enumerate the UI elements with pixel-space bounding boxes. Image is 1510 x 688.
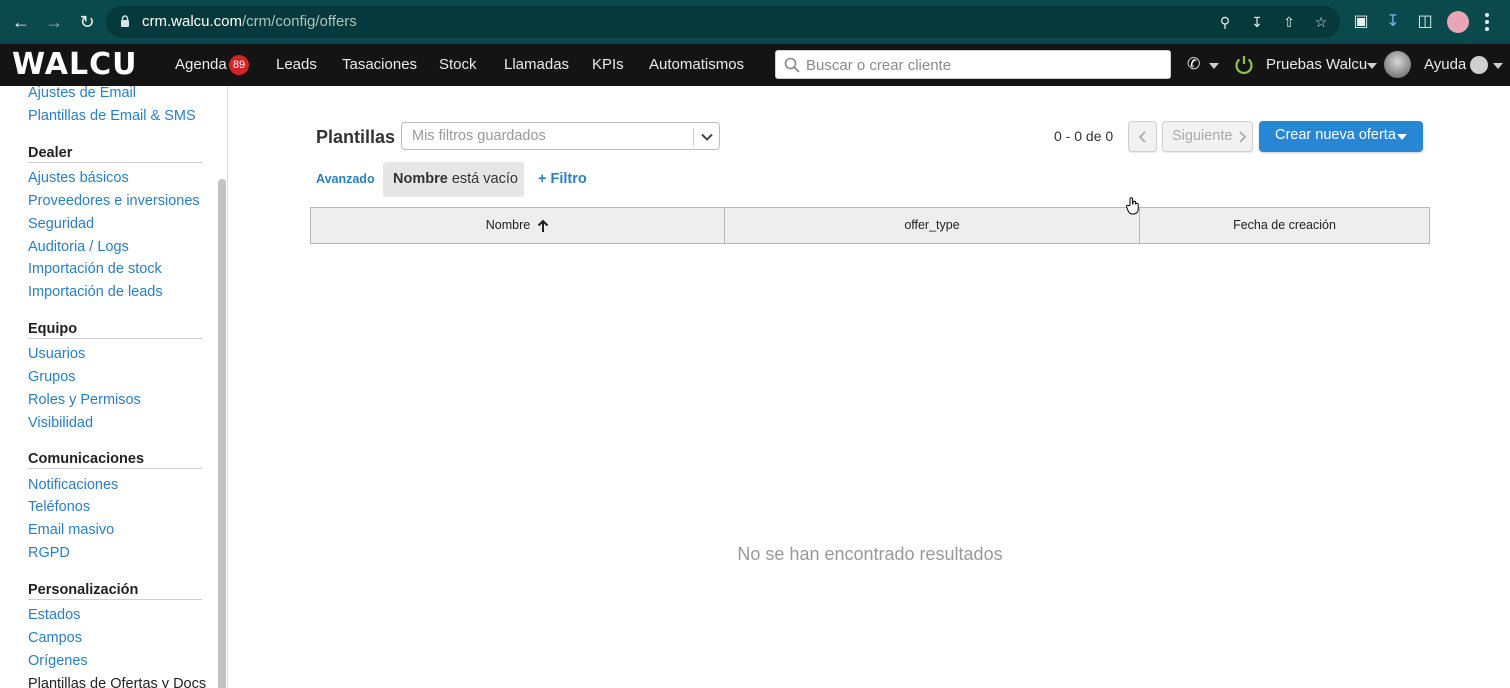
page-title: Plantillas [316,127,396,147]
browser-toolbar: ← → ↻ crm.walcu.com/crm/config/offers ⚲ … [0,0,1510,44]
pagination-count: 0 - 0 de 0 [1054,128,1114,144]
previous-page-button[interactable] [1128,121,1157,152]
sidebar-item-notificaciones[interactable]: Notificaciones [28,476,118,494]
lock-icon [121,15,129,27]
nav-agenda[interactable]: Agenda [175,56,227,74]
sidebar-item-telefonos[interactable]: Teléfonos [28,498,90,516]
sidebar-item-proveedores[interactable]: Proveedores e inversiones [28,192,200,210]
user-avatar[interactable] [1384,51,1411,78]
walcu-logo[interactable]: WALCU [12,48,137,82]
sidebar-scrollbar[interactable] [215,179,227,688]
phone-dropdown-icon[interactable] [1209,63,1219,69]
browser-menu-icon[interactable] [1484,11,1490,33]
sidebar-item-visibilidad[interactable]: Visibilidad [28,414,93,432]
help-menu[interactable]: Ayuda [1424,56,1466,74]
sidebar-item-campos[interactable]: Campos [28,629,82,647]
download-icon[interactable]: ↧ [1383,12,1403,32]
power-icon[interactable] [1233,54,1255,76]
sidebar-item-plantillas-email[interactable]: Plantillas de Email & SMS [28,107,196,125]
user-dropdown-icon[interactable] [1367,63,1377,69]
address-bar[interactable]: crm.walcu.com/crm/config/offers ⚲ ↧ ⇧ ☆ [106,6,1340,38]
nav-kpis[interactable]: KPIs [592,56,624,74]
create-offer-label: Crear nueva oferta [1275,127,1396,143]
filter-chip-text: Nombre está vacío [393,171,518,187]
sidebar-item-roles[interactable]: Roles y Permisos [28,391,141,409]
column-header-offer-type[interactable]: offer_type [725,208,1139,243]
advanced-filter-link[interactable]: Avanzado [316,172,375,187]
sidebar-item-seguridad[interactable]: Seguridad [28,215,94,233]
sidebar-section-equipo: Equipo [28,321,78,337]
nav-stock[interactable]: Stock [439,56,477,74]
divider [693,128,694,145]
sidebar-item-email-masivo[interactable]: Email masivo [28,521,114,539]
saved-filters-placeholder: Mis filtros guardados [412,128,546,144]
next-page-label: Siguiente [1172,128,1233,144]
sort-ascending-icon [538,219,549,232]
search-input[interactable] [806,54,1162,76]
install-icon[interactable]: ↧ [1248,14,1266,30]
chevron-down-icon[interactable] [699,129,715,145]
share-icon[interactable]: ⇧ [1280,14,1298,30]
key-icon[interactable]: ⚲ [1216,14,1234,30]
nav-leads[interactable]: Leads [276,56,317,74]
phone-icon[interactable]: ✆ [1187,56,1200,74]
user-menu[interactable]: Pruebas Walcu [1266,56,1367,74]
hand-cursor-icon [1126,197,1139,215]
sidebar-item-grupos[interactable]: Grupos [28,368,76,386]
star-icon[interactable]: ☆ [1312,14,1330,30]
sidebar-item-importacion-leads[interactable]: Importación de leads [28,283,163,301]
sidebar-section-comunicaciones: Comunicaciones [28,451,145,467]
reload-icon[interactable]: ↻ [75,10,99,34]
next-page-button[interactable]: Siguiente [1162,121,1253,152]
sidebar-item-rgpd[interactable]: RGPD [28,544,70,562]
column-header-nombre[interactable]: Nombre [311,208,724,243]
agenda-count-badge: 89 [229,55,249,75]
sidepanel-icon[interactable]: ◫ [1415,12,1435,32]
chevron-right-icon [1239,131,1247,143]
add-filter-button[interactable]: + Filtro [538,171,587,188]
settings-sidebar: Ajustes de Email Plantillas de Email & S… [0,86,228,688]
divider [28,338,202,339]
forward-icon[interactable]: → [42,10,66,34]
lifebuoy-icon[interactable] [1470,56,1488,74]
sidebar-section-dealer: Dealer [28,145,73,161]
url-text: crm.walcu.com/crm/config/offers [142,13,357,30]
nav-llamadas[interactable]: Llamadas [504,56,569,74]
sidebar-item-plantillas-ofertas[interactable]: Plantillas de Ofertas y Docs [28,675,206,688]
nav-automatismos[interactable]: Automatismos [649,56,744,74]
app-navbar: WALCU Agenda 89 Leads Tasaciones Stock L… [0,44,1510,86]
saved-filters-select[interactable]: Mis filtros guardados [401,122,720,150]
divider [28,599,202,600]
profile-avatar[interactable] [1447,11,1469,33]
column-header-fecha[interactable]: Fecha de creación [1140,208,1429,243]
empty-state-message: No se han encontrado resultados [737,544,1003,564]
help-dropdown-icon[interactable] [1493,63,1503,69]
back-icon[interactable]: ← [9,10,33,34]
filter-chip[interactable]: Nombre está vacío [383,162,524,197]
create-offer-button[interactable]: Crear nueva oferta [1259,121,1423,152]
search-icon [784,57,800,73]
sidebar-item-estados[interactable]: Estados [28,606,80,624]
sidebar-section-personalizacion: Personalización [28,582,139,598]
sidebar-item-origenes[interactable]: Orígenes [28,652,88,670]
scrollbar-thumb[interactable] [218,179,226,688]
chevron-left-icon [1138,131,1146,143]
nav-tasaciones[interactable]: Tasaciones [342,56,417,74]
extensions-icon[interactable]: ▣ [1351,12,1371,32]
sidebar-item-ajustes-basicos[interactable]: Ajustes básicos [28,169,129,187]
table-header: Nombre offer_type Fecha de creación [310,207,1430,244]
sidebar-item-usuarios[interactable]: Usuarios [28,345,85,363]
caret-down-icon [1397,134,1407,140]
client-search[interactable] [775,50,1171,79]
sidebar-item-importacion-stock[interactable]: Importación de stock [28,260,162,278]
divider [28,162,202,163]
sidebar-item-ajustes-email[interactable]: Ajustes de Email [28,86,136,102]
divider [28,468,202,469]
sidebar-item-auditoria[interactable]: Auditoria / Logs [28,238,129,256]
